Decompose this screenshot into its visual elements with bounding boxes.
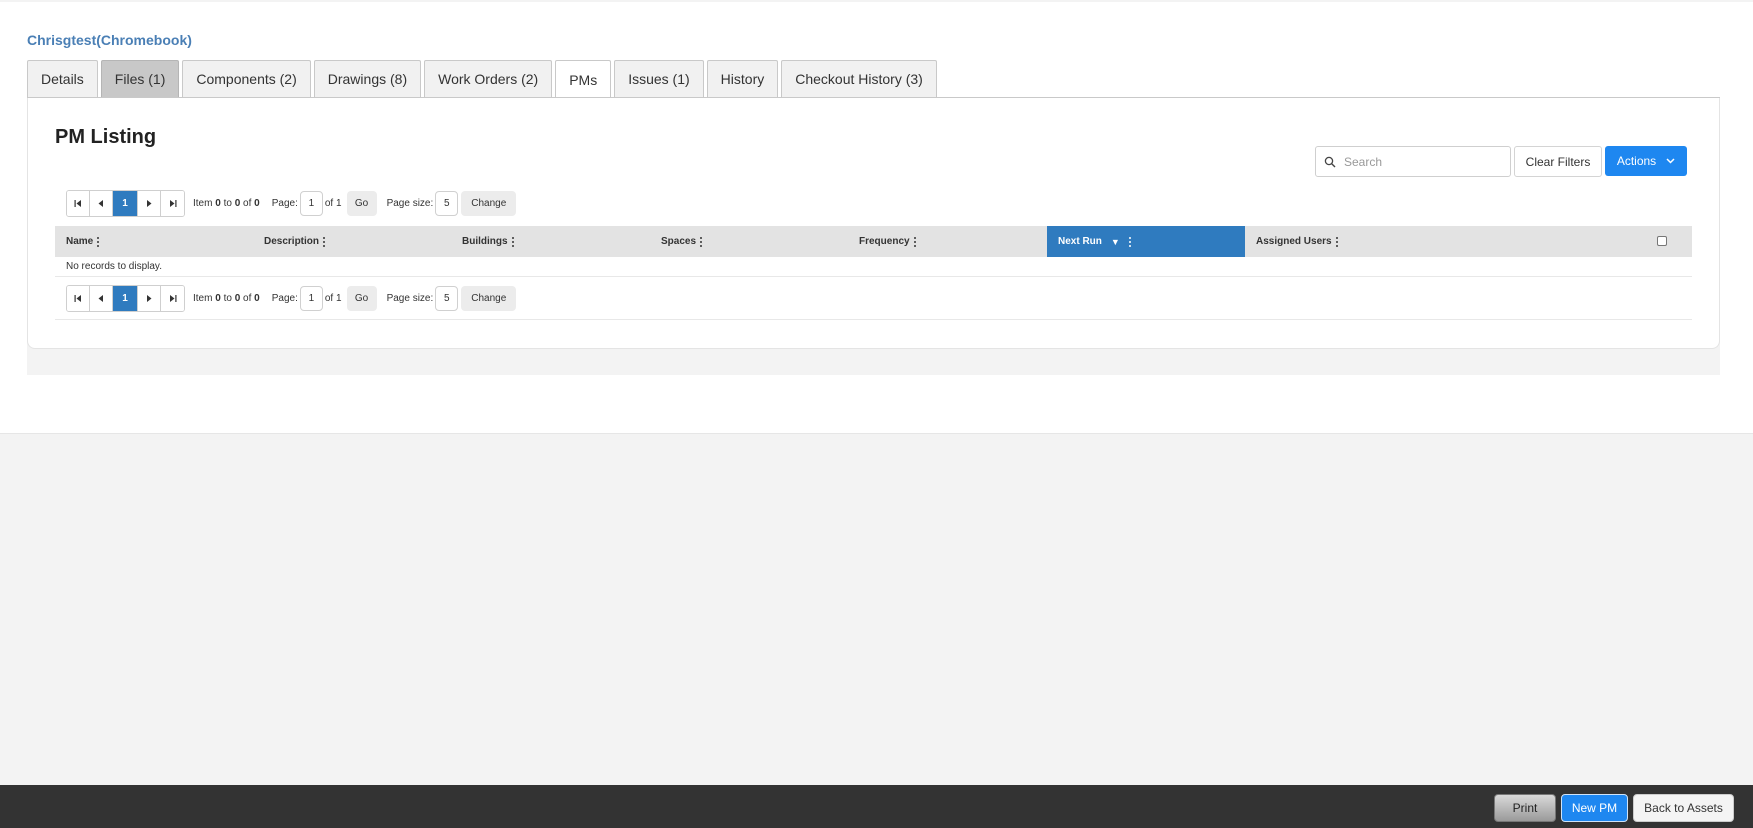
tab-issues[interactable]: Issues (1) — [614, 60, 704, 97]
pm-listing-card: PM Listing Clear Filters Actions 1 — [27, 98, 1720, 349]
go-button[interactable]: Go — [346, 286, 377, 311]
page-size-label: Page size: — [386, 198, 434, 209]
pager-to-word: to — [223, 198, 232, 209]
last-page-icon[interactable] — [161, 286, 184, 311]
search-icon — [1316, 156, 1344, 168]
pager-info: Item 0 to 0 of 0 — [193, 293, 260, 304]
prev-page-icon[interactable] — [90, 286, 113, 311]
go-button[interactable]: Go — [346, 191, 377, 216]
pager-item-label: Item — [193, 293, 213, 304]
tab-files[interactable]: Files (1) — [100, 60, 180, 97]
asset-title[interactable]: Chrisgtest(Chromebook) — [27, 32, 192, 48]
kebab-menu-icon[interactable] — [511, 236, 514, 247]
tab-drawings[interactable]: Drawings (8) — [313, 60, 422, 97]
tab-checkout-history[interactable]: Checkout History (3) — [781, 60, 937, 97]
column-header-frequency[interactable]: Frequency — [848, 226, 1047, 257]
column-label: Next Run — [1058, 236, 1102, 247]
pager-to-word: to — [223, 293, 232, 304]
page-of-text: of 1 — [324, 293, 342, 304]
sort-descending-icon: ▼ — [1110, 236, 1120, 247]
column-label: Name — [66, 236, 94, 247]
next-page-icon[interactable] — [138, 191, 161, 216]
pager-bottom: 1 Item 0 to 0 of 0 Page: 1 of 1 Go Page … — [66, 285, 517, 312]
pager-item-label: Item — [193, 198, 213, 209]
search-box[interactable] — [1315, 146, 1511, 177]
kebab-menu-icon[interactable] — [1128, 236, 1131, 247]
page-size-input[interactable]: 5 — [435, 191, 459, 216]
page-number-input[interactable]: 1 — [299, 286, 323, 311]
pager-top: 1 Item 0 to 0 of 0 Page: 1 of 1 Go Page … — [66, 190, 517, 217]
bottom-action-bar: Print New PM Back to Assets — [0, 785, 1753, 828]
actions-label: Actions — [1616, 154, 1657, 168]
select-all-checkbox[interactable] — [1657, 236, 1667, 246]
actions-button[interactable]: Actions — [1605, 146, 1687, 176]
pager-item-total: 0 — [254, 293, 260, 304]
page-number-input[interactable]: 1 — [299, 191, 323, 216]
pager-of-word: of — [243, 198, 252, 209]
pager-item-from: 0 — [215, 198, 221, 209]
pager-of-word: of — [243, 293, 252, 304]
grid-header: Name Description Buildings Spaces Freque… — [55, 226, 1692, 257]
tab-details[interactable]: Details — [27, 60, 98, 97]
column-header-assigned-users[interactable]: Assigned Users — [1245, 226, 1445, 257]
new-pm-button[interactable]: New PM — [1561, 794, 1628, 822]
current-page-button[interactable]: 1 — [113, 286, 138, 311]
column-label: Frequency — [859, 236, 910, 247]
grid-bottom-divider — [55, 319, 1692, 320]
prev-page-icon[interactable] — [90, 191, 113, 216]
column-label: Buildings — [462, 236, 508, 247]
tab-history[interactable]: History — [706, 60, 779, 97]
change-page-size-button[interactable]: Change — [461, 286, 517, 311]
asset-page-card: Chrisgtest(Chromebook) Details Files (1)… — [0, 2, 1753, 434]
current-page-button[interactable]: 1 — [113, 191, 138, 216]
first-page-icon[interactable] — [67, 286, 90, 311]
tab-pms[interactable]: PMs — [555, 60, 612, 98]
pager-info: Item 0 to 0 of 0 — [193, 198, 260, 209]
tab-work-orders[interactable]: Work Orders (2) — [424, 60, 553, 97]
last-page-icon[interactable] — [161, 191, 184, 216]
pm-grid: Name Description Buildings Spaces Freque… — [55, 226, 1692, 277]
pager-buttons: 1 — [66, 285, 185, 312]
grid-empty-message: No records to display. — [55, 257, 1692, 277]
pager-item-to: 0 — [234, 293, 241, 304]
chevron-down-icon — [1666, 158, 1675, 164]
pager-buttons: 1 — [66, 190, 185, 217]
kebab-menu-icon[interactable] — [700, 236, 703, 247]
first-page-icon[interactable] — [67, 191, 90, 216]
column-label: Description — [264, 236, 320, 247]
column-label: Assigned Users — [1256, 236, 1332, 247]
column-header-description[interactable]: Description — [253, 226, 451, 257]
pager-item-to: 0 — [234, 198, 241, 209]
column-header-name[interactable]: Name — [55, 226, 253, 257]
column-header-next-run[interactable]: Next Run ▼ — [1047, 226, 1245, 257]
search-input[interactable] — [1344, 154, 1504, 169]
page-size-input[interactable]: 5 — [435, 286, 459, 311]
pager-item-from: 0 — [215, 293, 221, 304]
tab-components[interactable]: Components (2) — [182, 60, 311, 97]
kebab-menu-icon[interactable] — [1335, 236, 1338, 247]
pms-tab-panel: PM Listing Clear Filters Actions 1 — [27, 97, 1720, 375]
column-label: Spaces — [661, 236, 697, 247]
page-size-label: Page size: — [386, 293, 434, 304]
kebab-menu-icon[interactable] — [913, 236, 916, 247]
page-label: Page: — [271, 293, 298, 304]
next-page-icon[interactable] — [138, 286, 161, 311]
change-page-size-button[interactable]: Change — [461, 191, 517, 216]
page-label: Page: — [271, 198, 298, 209]
pager-item-total: 0 — [254, 198, 260, 209]
page-title: PM Listing — [55, 126, 157, 148]
asset-tabs: Details Files (1) Components (2) Drawing… — [27, 60, 940, 98]
column-header-buildings[interactable]: Buildings — [451, 226, 650, 257]
print-button[interactable]: Print — [1494, 794, 1556, 822]
back-to-assets-button[interactable]: Back to Assets — [1633, 794, 1734, 822]
clear-filters-button[interactable]: Clear Filters — [1514, 146, 1602, 177]
kebab-menu-icon[interactable] — [97, 236, 100, 247]
kebab-menu-icon[interactable] — [323, 236, 326, 247]
column-header-spaces[interactable]: Spaces — [650, 226, 848, 257]
page-of-text: of 1 — [324, 198, 342, 209]
